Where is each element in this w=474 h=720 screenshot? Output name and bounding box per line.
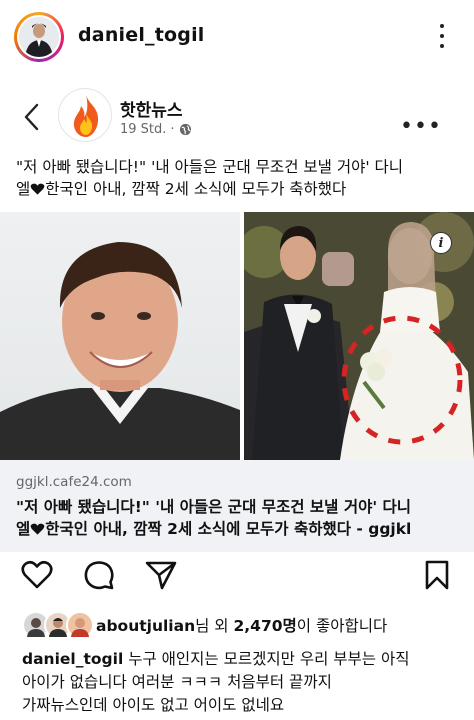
caption-line: daniel_togil 누구 애인지는 모르겠지만 우리 부부는 아직 [22, 648, 462, 671]
likes-summary[interactable]: aboutjulian님 외 2,470명이 좋아합니다 [22, 610, 387, 640]
profile-photo [19, 17, 59, 57]
article-image[interactable]: i [0, 212, 474, 460]
liker-avatar [66, 611, 94, 639]
link-title-fragment: 한국인 아내, 깜짝 2세 소식에 모두가 축하했다 - ggjkl [45, 520, 412, 538]
link-title-line: 엘 한국인 아내, 깜짝 2세 소식에 모두가 축하했다 - ggjkl [16, 518, 458, 540]
news-page-avatar[interactable] [58, 88, 112, 142]
caption-text: 누구 애인지는 모르겠지만 우리 부부는 아직 [123, 650, 410, 668]
black-heart-icon [30, 183, 45, 195]
link-title-line: "저 아빠 됐습니다!" '내 아들은 군대 무조건 보낼 거야' 다니 [16, 498, 411, 516]
chevron-left-icon[interactable] [20, 102, 44, 132]
link-domain: ggjkl.cafe24.com [16, 474, 132, 490]
link-title: "저 아빠 됐습니다!" '내 아들은 군대 무조건 보낼 거야' 다니 엘 한국… [16, 496, 458, 540]
caption-line: 가짜뉴스인데 아이도 없고 어이도 없네요 [22, 696, 285, 714]
black-heart-icon [30, 523, 45, 535]
post-text: "저 아빠 됐습니다!" '내 아들은 군대 무조건 보낼 거야' 다니 엘 한국… [16, 156, 468, 200]
portrait-photo [0, 212, 240, 460]
bookmark-icon[interactable] [420, 558, 454, 592]
send-icon[interactable] [144, 558, 178, 592]
post-text-line: 엘 한국인 아내, 깜짝 2세 소식에 모두가 축하했다 [16, 178, 468, 200]
fire-icon [73, 95, 99, 137]
likes-count[interactable]: 2,470명 [234, 617, 297, 635]
liker-avatars [22, 611, 94, 639]
meta-separator: · [170, 122, 175, 137]
news-page-name[interactable]: 핫한뉴스 [120, 96, 183, 121]
likes-middle: 님 외 [195, 617, 234, 635]
post-options-button[interactable]: ••• [400, 114, 442, 139]
likes-text: aboutjulian님 외 2,470명이 좋아합니다 [96, 614, 387, 636]
post-username[interactable]: daniel_togil [78, 24, 205, 46]
post-caption: daniel_togil 누구 애인지는 모르겠지만 우리 부부는 아직 아이가… [22, 648, 462, 717]
post-meta: 19 Std. · [120, 122, 192, 137]
liker-username[interactable]: aboutjulian [96, 617, 195, 635]
comment-icon[interactable] [82, 558, 116, 592]
link-preview[interactable]: ggjkl.cafe24.com "저 아빠 됐습니다!" '내 아들은 군대 … [0, 460, 474, 552]
caption-line: 아이가 없습니다 여러분 ㅋㅋㅋ 처음부터 끝까지 [22, 673, 332, 691]
globe-icon [179, 123, 191, 136]
post-timestamp: 19 Std. [120, 122, 167, 137]
link-title-fragment: 엘 [16, 520, 31, 538]
post-header: daniel_togil [0, 0, 474, 72]
likes-suffix: 이 좋아합니다 [296, 617, 388, 635]
caption-username[interactable]: daniel_togil [22, 650, 123, 668]
shared-screenshot: 핫한뉴스 19 Std. · ••• "저 아빠 됐습니다!" '내 아들은 군… [0, 72, 474, 552]
info-icon[interactable]: i [430, 232, 452, 254]
post-text-fragment: 한국인 아내, 깜짝 2세 소식에 모두가 축하했다 [45, 180, 347, 198]
heart-icon[interactable] [20, 558, 54, 592]
profile-avatar[interactable] [14, 12, 64, 62]
post-text-fragment: 엘 [16, 180, 31, 198]
post-text-line: "저 아빠 됐습니다!" '내 아들은 군대 무조건 보낼 거야' 다니 [16, 158, 404, 176]
more-vertical-icon[interactable] [432, 20, 452, 52]
post-actions [0, 556, 474, 598]
